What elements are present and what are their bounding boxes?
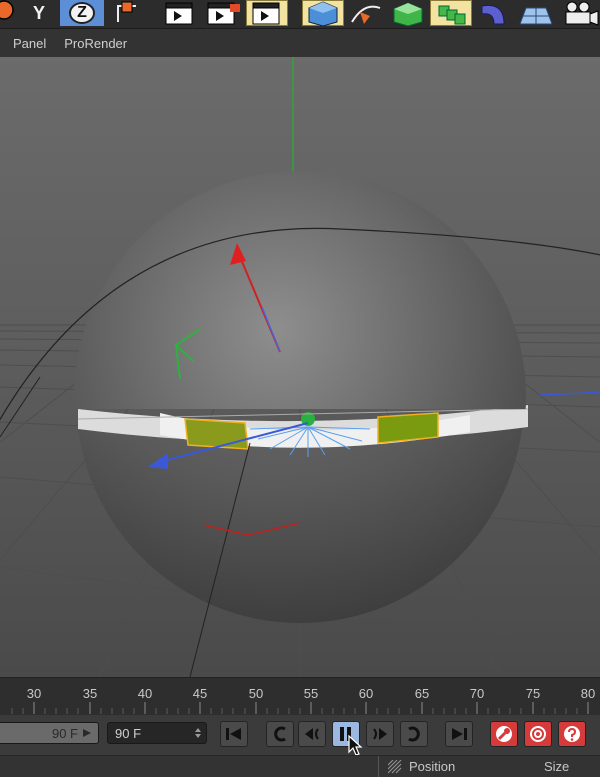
coordinates-header-bar: Position Size (0, 755, 600, 777)
render-settings-button[interactable] (246, 0, 288, 26)
clapboard-render-icon (207, 2, 240, 25)
next-key-icon (408, 726, 420, 742)
viewport-scene (0, 57, 600, 677)
axis-y-icon: Y (32, 2, 45, 23)
rotate-axis-button[interactable] (0, 0, 20, 26)
cloner-icon (438, 5, 466, 25)
timeline-ticks (11, 702, 589, 714)
frame-label: 55 (303, 686, 319, 701)
step-back-icon (305, 728, 319, 740)
frame-label: 60 (358, 686, 374, 701)
frame-label: 30 (26, 686, 42, 701)
subdivision-cube-icon (393, 2, 423, 26)
deformer-button[interactable] (474, 0, 514, 26)
3d-viewport[interactable] (0, 57, 600, 677)
end-frame-slider[interactable]: 90 F (0, 722, 99, 744)
camera-button[interactable] (558, 0, 600, 26)
previous-frame-button[interactable] (298, 721, 326, 747)
axis-y-button[interactable]: Y (22, 0, 56, 26)
next-frame-button[interactable] (366, 721, 394, 747)
spline-pen-icon (351, 5, 381, 24)
clapboard-icon (165, 2, 193, 25)
clapboard-settings-icon (252, 2, 280, 25)
main-toolbar: Y Z (0, 0, 600, 29)
go-to-start-button[interactable] (220, 721, 248, 747)
camera-icon (565, 1, 599, 26)
play-arrow-icon (83, 729, 91, 737)
skip-to-start-icon (226, 728, 241, 740)
axis-z-button[interactable]: Z (60, 0, 104, 26)
size-column-header: Size (544, 759, 570, 774)
subdivision-surface-button[interactable] (388, 0, 428, 26)
stepper-arrows-icon[interactable] (194, 727, 202, 739)
end-frame-slider-value: 90 F (51, 725, 78, 741)
cloner-button[interactable] (430, 0, 472, 26)
key-icon (496, 726, 512, 742)
go-to-end-button[interactable] (445, 721, 473, 747)
autokeying-button[interactable] (524, 721, 552, 747)
record-active-objects-button[interactable] (490, 721, 518, 747)
axis-x-icon (0, 0, 14, 20)
next-key-button[interactable] (400, 721, 428, 747)
keyframe-selection-button[interactable] (558, 721, 586, 747)
mouse-cursor-icon (348, 735, 363, 756)
axis-z-icon: Z (69, 2, 95, 24)
frame-label: 65 (414, 686, 430, 701)
timeline-ruler[interactable]: 30 35 40 45 50 55 60 65 70 75 80 (0, 677, 600, 716)
autokey-icon (530, 726, 546, 742)
floor-button[interactable] (516, 0, 556, 26)
previous-key-button[interactable] (266, 721, 294, 747)
frame-label: 80 (580, 686, 596, 701)
frame-label: 45 (192, 686, 208, 701)
frame-label: 50 (248, 686, 264, 701)
render-to-picture-viewer-button[interactable] (202, 0, 242, 26)
help-question-icon (564, 726, 580, 742)
floor-grid-icon (519, 7, 553, 25)
playback-controls: 90 F 90 F (0, 715, 600, 756)
cube-icon (308, 1, 338, 26)
grid-hatch-icon (388, 760, 402, 774)
spline-pen-button[interactable] (346, 0, 386, 26)
menu-prorender[interactable]: ProRender (64, 36, 127, 51)
skip-to-end-icon (452, 728, 467, 740)
end-frame-field-value: 90 F (115, 725, 142, 741)
previous-key-icon (274, 726, 286, 742)
position-column-header: Position (409, 759, 456, 774)
frame-label: 35 (82, 686, 98, 701)
divider (378, 756, 379, 777)
bend-deformer-icon (481, 4, 505, 25)
end-frame-field[interactable]: 90 F (107, 722, 207, 744)
menu-panel[interactable]: Panel (13, 36, 46, 51)
step-forward-icon (373, 728, 387, 740)
viewport-menu-bar: Panel ProRender (0, 29, 600, 57)
add-cube-button[interactable] (302, 0, 344, 26)
frame-label: 75 (525, 686, 541, 701)
frame-label: 40 (137, 686, 153, 701)
frame-label: 70 (469, 686, 485, 701)
coordinate-system-icon (117, 1, 136, 22)
render-view-button[interactable] (160, 0, 198, 26)
coordinate-system-button[interactable] (108, 0, 144, 26)
